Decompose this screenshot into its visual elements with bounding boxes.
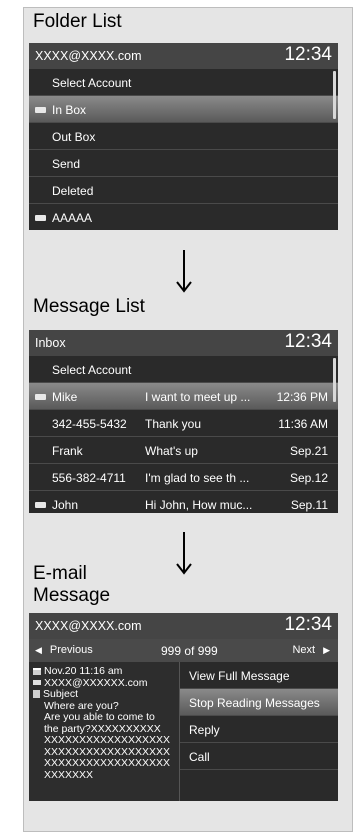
- message-subject: I'm glad to see th ...: [145, 471, 250, 485]
- message-row[interactable]: John Hi John, How muc... Sep.11: [29, 491, 338, 513]
- envelope-icon: [35, 394, 46, 400]
- account-title: XXXX@XXXX.com: [35, 619, 142, 633]
- message-list-screen: Inbox 12:34 Select Account Mike I want to…: [29, 330, 338, 513]
- folder-list-screen: XXXX@XXXX.com 12:34 Select Account In Box…: [29, 43, 338, 230]
- message-line-text: XXXX@XXXXXX.com: [44, 676, 148, 689]
- inbox-title: Inbox: [35, 336, 66, 350]
- section-label-message-list: Message List: [33, 296, 145, 317]
- envelope-icon: [33, 680, 41, 686]
- next-button[interactable]: Next ▶: [292, 644, 330, 656]
- section-label-email-message: E-mail Message: [33, 563, 111, 606]
- message-option-label: Reply: [189, 723, 220, 737]
- document-icon: [33, 690, 40, 699]
- section-label-folder-list: Folder List: [33, 11, 122, 32]
- folder-item-label: Deleted: [52, 184, 94, 198]
- page: Folder List XXXX@XXXX.com 12:34 Select A…: [0, 0, 359, 836]
- message-time: Sep.11: [290, 498, 328, 512]
- message-option-label: View Full Message: [189, 669, 290, 683]
- next-label: Next: [292, 644, 316, 656]
- scrollbar[interactable]: [333, 358, 336, 402]
- previous-label: Previous: [49, 644, 93, 656]
- message-subject: What's up: [145, 444, 198, 458]
- message-subject: I want to meet up ...: [145, 390, 251, 404]
- message-time: Sep.21: [289, 444, 328, 458]
- message-line-text: Where are you?: [44, 699, 119, 712]
- envelope-icon: [35, 215, 46, 221]
- email-message-screen: XXXX@XXXX.com 12:34 ◀ Previous 999 of 999…: [29, 613, 338, 801]
- message-body: Nov.20 11:16 am XXXX@XXXXXX.com Subject Whe…: [29, 662, 179, 801]
- message-line-text: Nov.20 11:16 am: [44, 665, 123, 677]
- select-account-label: Select Account: [52, 363, 132, 377]
- message-row[interactable]: Frank What's up Sep.21: [29, 437, 338, 464]
- message-time: Sep.12: [289, 471, 328, 485]
- clock: 12:34: [284, 44, 332, 65]
- down-arrow-icon: [176, 532, 192, 575]
- folder-item-label: In Box: [52, 103, 87, 117]
- message-sender: 556-382-4711: [52, 471, 126, 485]
- message-time: 12:36 PM: [276, 390, 328, 404]
- account-title: XXXX@XXXX.com: [35, 49, 142, 63]
- folder-item[interactable]: Select Account: [29, 69, 338, 96]
- folder-item[interactable]: Deleted: [29, 177, 338, 204]
- message-line-text: Are you able to come to: [44, 711, 155, 723]
- message-counter: 999 of 999: [161, 644, 218, 658]
- message-time: 11:36 AM: [278, 417, 328, 431]
- message-subject: Hi John, How muc...: [145, 498, 253, 512]
- message-row[interactable]: 556-382-4711 I'm glad to see th ... Sep.12: [29, 464, 338, 491]
- message-navigation-bar: ◀ Previous 999 of 999 Next ▶: [29, 639, 338, 662]
- screen-header: XXXX@XXXX.com 12:34: [29, 613, 338, 639]
- select-account-item[interactable]: Select Account: [29, 356, 338, 383]
- envelope-icon: [35, 107, 46, 113]
- calendar-icon: [33, 667, 41, 675]
- message-line: XXXXXXX: [44, 768, 94, 782]
- message-option[interactable]: Reply: [180, 716, 338, 743]
- folder-item[interactable]: In Box: [29, 96, 338, 123]
- clock: 12:34: [284, 614, 332, 635]
- right-triangle-icon: ▶: [323, 645, 330, 655]
- folder-item-label: Out Box: [52, 130, 96, 144]
- folder-item-label: AAAAA: [52, 211, 93, 225]
- folder-list: Select Account In Box Out Box Send Deleted AA…: [29, 69, 338, 230]
- message-option[interactable]: View Full Message: [180, 662, 338, 689]
- clock: 12:34: [284, 331, 332, 352]
- message-line-text: the party?XXXXXXXXXX: [44, 722, 161, 735]
- message-line-text: XXXXXXX: [44, 768, 94, 781]
- message-row[interactable]: Mike I want to meet up ... 12:36 PM: [29, 383, 338, 410]
- folder-item-label: Send: [52, 157, 81, 171]
- down-arrow-icon: [176, 250, 192, 293]
- previous-button[interactable]: ◀ Previous: [35, 644, 93, 656]
- message-option-label: Call: [189, 750, 210, 764]
- message-sender: John: [52, 498, 79, 512]
- envelope-icon: [35, 502, 46, 508]
- message-line-text: Subject: [43, 688, 79, 700]
- message-sender: 342-455-5432: [52, 417, 127, 431]
- screen-header: XXXX@XXXX.com 12:34: [29, 43, 338, 69]
- left-triangle-icon: ◀: [35, 645, 42, 655]
- message-list: Mike I want to meet up ... 12:36 PM 342-455…: [29, 383, 338, 513]
- message-option-label: Stop Reading Messages: [189, 696, 320, 710]
- message-subject: Thank you: [145, 417, 202, 431]
- message-options-menu: View Full Message Stop Reading Messages Re…: [179, 662, 338, 801]
- message-line-text: XXXXXXXXXXXXXXXXXX: [44, 734, 171, 746]
- folder-item[interactable]: AAAAA: [29, 204, 338, 230]
- message-row[interactable]: 342-455-5432 Thank you 11:36 AM: [29, 410, 338, 437]
- message-line-text: XXXXXXXXXXXXXXXXXX: [44, 745, 171, 758]
- message-sender: Mike: [52, 390, 78, 404]
- folder-item[interactable]: Send: [29, 150, 338, 177]
- screen-header: Inbox 12:34: [29, 330, 338, 356]
- message-option[interactable]: Stop Reading Messages: [180, 689, 338, 716]
- folder-item-label: Select Account: [52, 76, 132, 90]
- message-sender: Frank: [52, 444, 83, 458]
- scrollbar[interactable]: [333, 71, 336, 119]
- message-option[interactable]: Call: [180, 743, 338, 770]
- message-line-text: XXXXXXXXXXXXXXXXXX: [44, 757, 171, 769]
- folder-item[interactable]: Out Box: [29, 123, 338, 150]
